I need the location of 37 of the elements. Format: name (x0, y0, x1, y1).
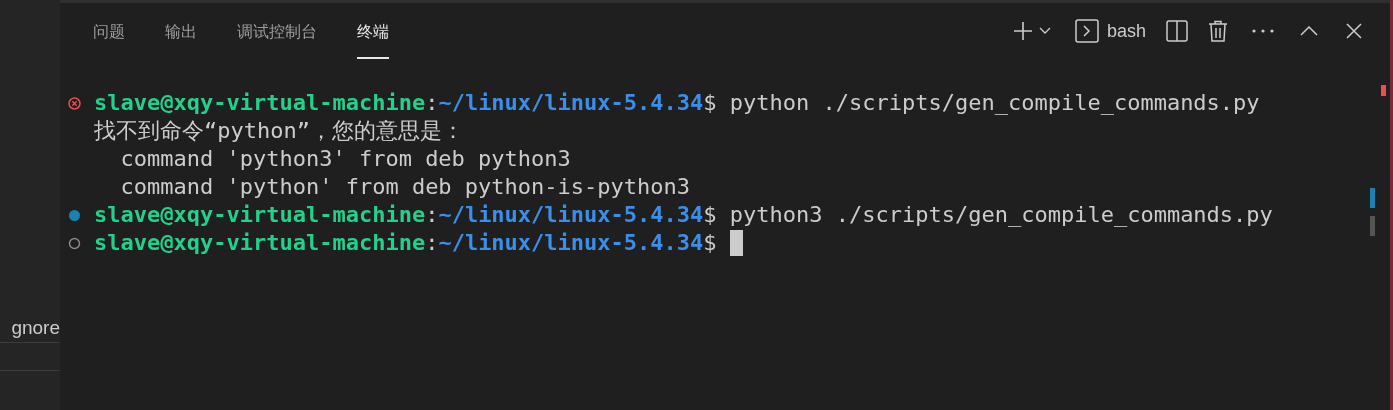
plus-icon[interactable] (1012, 21, 1033, 41)
output-line: command 'python' from deb python-is-python3 (119, 173, 691, 201)
terminal-icon[interactable] (1074, 19, 1099, 43)
output-line: command 'python3' from deb python3 (119, 145, 571, 173)
prompt-user: slave@xqy-virtual-machine (94, 201, 426, 229)
command-decoration-icon[interactable] (68, 236, 81, 250)
output-line: 找不到命令“python”，您的意思是： (94, 117, 464, 145)
command-text: python3 ./scripts/gen_compile_commands.py (728, 201, 1273, 229)
prompt-separator: : (425, 229, 439, 257)
prompt-symbol: $ (703, 201, 717, 229)
close-icon[interactable] (1346, 23, 1362, 39)
prompt-path: ~/linux/linux-5.4.34 (438, 201, 704, 229)
panel-tab[interactable]: 调试控制台 (237, 3, 317, 59)
prompt-symbol: $ (703, 89, 717, 117)
scrollbar-error-marker (1381, 85, 1386, 96)
split-icon[interactable] (1166, 20, 1188, 42)
command-decoration-icon[interactable] (68, 208, 81, 222)
panel-tab[interactable]: 输出 (165, 3, 197, 59)
panel-tab[interactable]: 终端 (357, 3, 389, 59)
trash-icon[interactable] (1208, 20, 1228, 42)
prompt-path: ~/linux/linux-5.4.34 (438, 89, 704, 117)
terminal-name[interactable]: bash (1106, 17, 1146, 45)
prompt-user: slave@xqy-virtual-machine (94, 229, 426, 257)
panel-tab[interactable]: 问题 (93, 3, 125, 59)
more-icon[interactable] (1252, 29, 1274, 33)
prompt-symbol: $ (703, 229, 717, 257)
error-decoration-icon[interactable] (68, 96, 81, 110)
prompt-user: slave@xqy-virtual-machine (94, 89, 426, 117)
scrollbar-command-marker (1370, 216, 1375, 236)
prompt-separator: : (425, 201, 439, 229)
chevron-up-icon[interactable] (1300, 26, 1318, 36)
chevron-down-icon[interactable] (1038, 27, 1051, 35)
scrollbar-command-marker (1370, 188, 1375, 208)
prompt-path: ~/linux/linux-5.4.34 (438, 229, 704, 257)
prompt-separator: : (425, 89, 439, 117)
sidebar-item[interactable]: gnore (11, 314, 60, 343)
command-text: python ./scripts/gen_compile_commands.py (728, 89, 1260, 117)
